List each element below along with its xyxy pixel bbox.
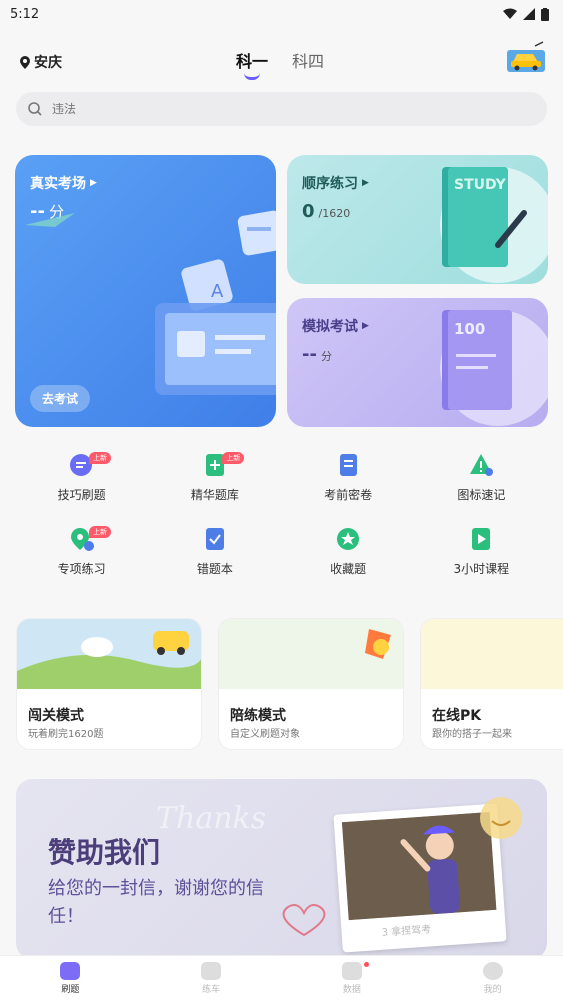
study-book-icon: STUDY [440, 167, 548, 283]
nav-label: 我的 [483, 985, 502, 995]
grid-item-skill-practice[interactable]: 上新 技巧刷题 [15, 452, 148, 508]
grid-label: 考前密卷 [324, 488, 373, 502]
grid-label: 3小时课程 [453, 562, 510, 576]
grid-label: 技巧刷题 [57, 488, 106, 502]
real-exam-card[interactable]: 真实考场 ▶ -- 分 A 去考试 [15, 155, 276, 427]
header: 安庆 科一 科四 [0, 40, 563, 84]
chart-icon [341, 962, 362, 980]
nav-me[interactable]: 我的 [422, 956, 563, 1001]
play-icon [472, 528, 491, 550]
star-icon [337, 528, 360, 550]
partner-mode-card[interactable]: 陪练模式 自定义刷题对象 [218, 618, 404, 750]
nav-label: 数据 [342, 985, 361, 995]
mode-subtitle: 跟你的搭子一起来 [432, 729, 512, 740]
svg-text:A: A [211, 281, 224, 302]
sequence-total: /1620 [318, 207, 351, 220]
steering-wheel-icon [201, 962, 222, 980]
online-pk-card[interactable]: 在线PK 跟你的搭子一起来 [420, 618, 563, 750]
mode-subtitle: 自定义刷题对象 [230, 729, 300, 740]
new-badge: 上新 [89, 452, 111, 464]
document-icon [340, 454, 358, 476]
sequence-progress: 0 /1620 [302, 201, 350, 222]
location-selector[interactable]: 安庆 [20, 52, 62, 72]
grid-label: 精华题库 [190, 488, 239, 502]
mode-title: 在线PK [432, 708, 482, 724]
tab-subject-one[interactable]: 科一 [236, 48, 268, 80]
status-time: 5:12 [10, 6, 40, 22]
bottom-nav: 刷题 练车 数据 我的 [0, 955, 563, 1001]
car-landscape-icon [17, 619, 201, 689]
grid-item-sign-memo[interactable]: 图标速记 [415, 452, 548, 508]
study-text: STUDY [454, 177, 507, 193]
search-input[interactable] [52, 102, 452, 116]
banner-thanks: Thanks [156, 801, 267, 836]
mock-score: -- 分 [302, 344, 332, 365]
exam-paper-icon: 100 [440, 310, 548, 426]
trophy-icon [219, 619, 403, 689]
mode-title: 陪练模式 [230, 708, 286, 724]
character-illustration-icon [341, 811, 497, 921]
sequence-title: 顺序练习 ▶ [302, 173, 369, 193]
mock-exam-card[interactable]: 模拟考试 ▶ -- 分 100 [287, 298, 548, 427]
nav-data[interactable]: 数据 [282, 956, 423, 1001]
practice-icon [60, 962, 81, 980]
status-bar: 5:12 [0, 0, 563, 28]
mode-subtitle: 玩着刷完1620题 [28, 729, 104, 740]
check-book-icon [205, 528, 224, 550]
grid-item-wrong-questions[interactable]: 错题本 [148, 526, 281, 582]
mock-title: 模拟考试 ▶ [302, 316, 369, 336]
character-photo [341, 811, 497, 921]
mock-score-unit: 分 [320, 350, 332, 363]
mock-title-text: 模拟考试 [302, 319, 358, 335]
pk-banner-icon [421, 619, 563, 689]
banner-title: 赞助我们 [48, 836, 161, 869]
search-bar[interactable] [16, 92, 547, 126]
subject-tabs: 科一 科四 [236, 48, 324, 80]
location-label: 安庆 [34, 55, 62, 71]
grid-item-special-practice[interactable]: 上新 专项练习 [15, 526, 148, 582]
arrow-right-icon: ▶ [362, 321, 369, 331]
nav-practice[interactable]: 刷题 [0, 956, 141, 1001]
new-badge: 上新 [89, 526, 111, 538]
grid-label: 图标速记 [457, 488, 506, 502]
grid-label: 错题本 [196, 562, 233, 576]
sponsor-banner[interactable]: Thanks 赞助我们 给您的一封信，谢谢您的信任！ 3 拿捏驾考 [16, 779, 547, 959]
mock-score-value: -- [302, 344, 317, 365]
nav-drive[interactable]: 练车 [141, 956, 282, 1001]
feature-grid: 上新 技巧刷题 上新 精华题库 考前密卷 图标速记 上新 专项练习 错题本 收藏… [15, 452, 548, 582]
search-icon [28, 102, 42, 116]
grid-item-pre-exam-paper[interactable]: 考前密卷 [282, 452, 415, 508]
score-text: 100 [454, 320, 485, 338]
challenge-mode-card[interactable]: 闯关模式 玩着刷完1620题 [16, 618, 202, 750]
warning-sign-icon [470, 454, 494, 476]
sequence-practice-card[interactable]: 顺序练习 ▶ 0 /1620 STUDY [287, 155, 548, 284]
smiley-sticker-icon [480, 797, 522, 839]
grid-label: 收藏题 [330, 562, 367, 576]
grid-item-favorites[interactable]: 收藏题 [282, 526, 415, 582]
photo-caption: 3 拿捏驾考 [381, 924, 432, 939]
go-exam-button[interactable]: 去考试 [30, 385, 91, 412]
arrow-right-icon: ▶ [362, 178, 369, 188]
profile-icon [482, 962, 503, 980]
grid-item-essential-bank[interactable]: 上新 精华题库 [148, 452, 281, 508]
status-icons [503, 7, 549, 21]
grid-item-3h-course[interactable]: 3小时课程 [415, 526, 548, 582]
car-icon[interactable] [505, 40, 547, 74]
sequence-title-text: 顺序练习 [302, 176, 358, 192]
notification-dot [363, 962, 369, 967]
tab-subject-four[interactable]: 科四 [292, 48, 324, 80]
sequence-progress-value: 0 [302, 201, 315, 222]
nav-label: 刷题 [61, 985, 80, 995]
banner-subtitle: 给您的一封信，谢谢您的信任！ [48, 878, 264, 927]
nav-label: 练车 [202, 985, 221, 995]
wifi-icon [503, 8, 517, 19]
location-pin-icon [20, 55, 30, 69]
grid-label: 专项练习 [57, 562, 106, 576]
mode-title: 闯关模式 [28, 708, 84, 724]
new-badge: 上新 [222, 452, 245, 464]
battery-icon [541, 7, 549, 21]
signal-icon [523, 8, 535, 20]
heart-doodle-icon [282, 904, 326, 937]
